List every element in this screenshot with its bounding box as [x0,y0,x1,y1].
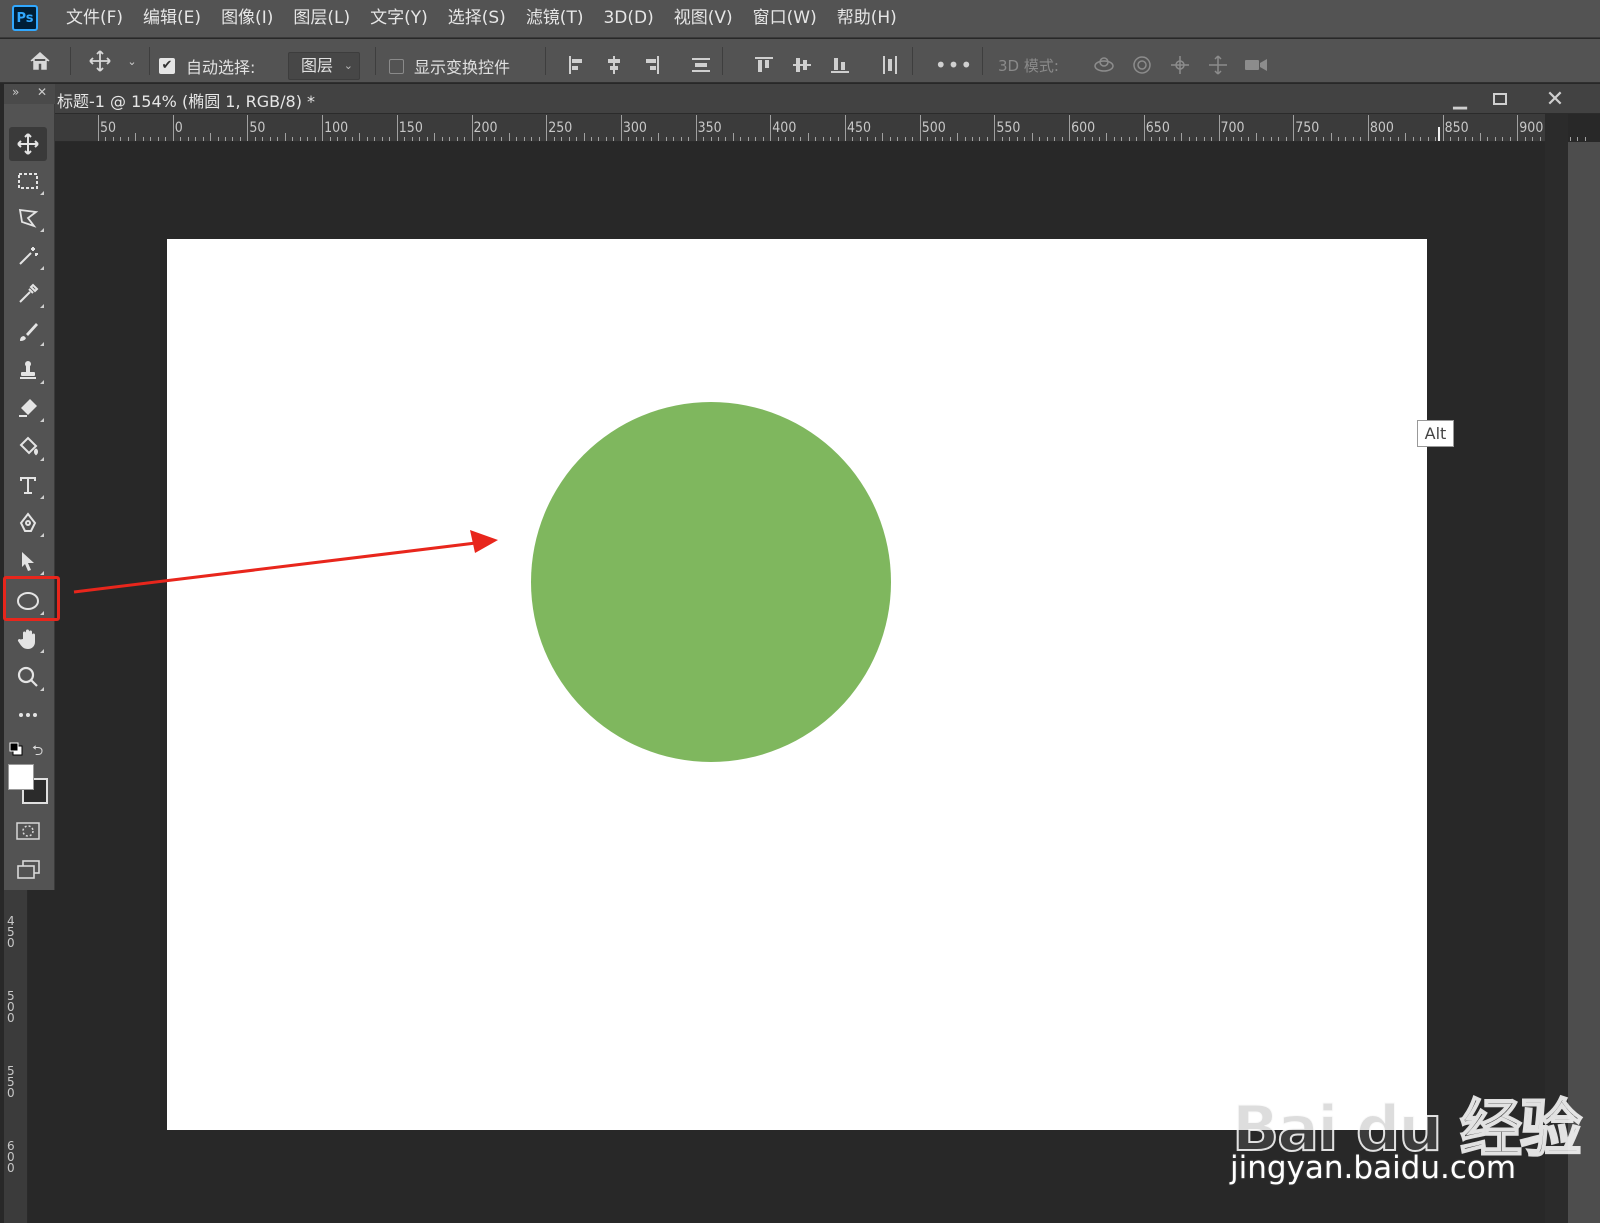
brush-icon [16,320,40,344]
close-icon[interactable]: ✕ [37,85,47,99]
tool-group-indicator [40,571,44,575]
swap-colors-icon[interactable]: ⮌ [32,740,48,759]
arrow-icon [16,549,40,573]
tool-group-indicator [40,533,44,537]
tool-group-indicator [40,304,44,308]
more-tools[interactable] [9,698,47,732]
lasso-tool[interactable] [9,201,47,235]
tool-group-indicator [40,266,44,270]
stamp-tool[interactable] [9,353,47,387]
zoom-icon [16,665,40,689]
path-select-tool[interactable] [9,544,47,578]
tools-panel-header[interactable]: » ✕ [4,84,55,104]
type-icon [16,473,40,497]
default-colors-icon[interactable] [9,741,23,756]
tool-group-indicator [40,380,44,384]
pen-tool[interactable] [9,506,47,540]
eraser-icon [16,396,40,420]
ellipsis-icon [16,703,40,727]
tool-group-indicator [40,649,44,653]
move-tool[interactable] [9,127,47,161]
brush-tool[interactable] [9,315,47,349]
tool-group-indicator [40,342,44,346]
ellipse-icon [16,589,40,613]
screen-mode-icon[interactable] [15,858,43,882]
tool-group-indicator [40,191,44,195]
tool-group-indicator [40,687,44,691]
bucket-icon [16,435,40,459]
eyedropper-tool[interactable] [9,277,47,311]
zoom-tool[interactable] [9,660,47,694]
tool-group-indicator [40,418,44,422]
tool-group-indicator [40,457,44,461]
tool-group-indicator [40,495,44,499]
ellipse-tool[interactable] [9,584,47,618]
stamp-icon [16,358,40,382]
annotation-arrow-line [73,540,485,594]
hand-icon [16,627,40,651]
eyedropper-icon [16,282,40,306]
tool-group-indicator [40,611,44,615]
polygon-lasso-icon [16,206,40,230]
canvas-overlay [73,402,891,762]
type-tool[interactable] [9,468,47,502]
pen-icon [16,511,40,535]
marquee-icon [16,169,40,193]
rect-marquee-tool[interactable] [9,164,47,198]
tool-group-indicator [40,228,44,232]
expand-panel-icon[interactable]: » [12,85,19,99]
foreground-color-swatch[interactable] [8,764,34,790]
magic-wand-icon [16,244,40,268]
watermark-url: jingyan.baidu.com [1230,1150,1517,1186]
annotation-arrow-head [470,530,498,553]
move-icon [16,132,40,156]
alt-key-tooltip: Alt [1417,420,1454,447]
paint-bucket-tool[interactable] [9,430,47,464]
quick-mask-icon[interactable] [15,820,41,842]
hand-tool[interactable] [9,622,47,656]
ellipse-shape[interactable] [531,402,891,762]
eraser-tool[interactable] [9,391,47,425]
magic-wand-tool[interactable] [9,239,47,273]
